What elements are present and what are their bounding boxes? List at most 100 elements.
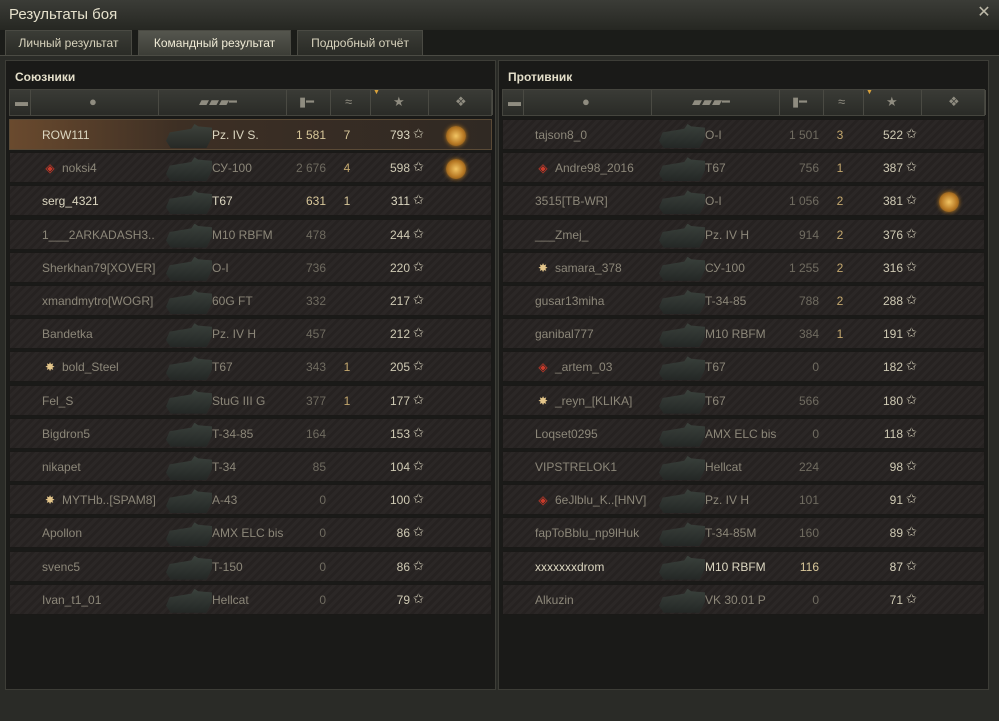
enemies-panel: Противник ▬ ● ▰▰▰━ ▮━ ≈ ★ ▼ ❖ tajson8_0 O-I 1 501… bbox=[498, 60, 989, 690]
player-row[interactable]: xxxxxxxdrom M10 RBFM 116 87 ✩ bbox=[502, 550, 985, 582]
squad-icon: ▬ bbox=[15, 94, 28, 109]
player-name: _reyn_[KLIKA] bbox=[555, 393, 633, 408]
rank-star-icon: ✸ bbox=[537, 393, 549, 408]
player-row[interactable]: Bandetka Pz. IV H 457 212 ✩ bbox=[9, 318, 492, 350]
player-row[interactable]: ◈ noksi4 СУ-100 2 676 4 598 ✩ bbox=[9, 152, 492, 184]
header-column[interactable]: ★ ▼ bbox=[371, 89, 429, 115]
header-column[interactable]: ● bbox=[31, 90, 159, 115]
player-name: VIPSTRELOK1 bbox=[535, 460, 618, 474]
header-column[interactable]: ≈ bbox=[331, 90, 371, 115]
experience-star-icon: ✩ bbox=[906, 126, 917, 141]
medal-icon[interactable] bbox=[939, 192, 959, 213]
player-row[interactable]: Ivan_t1_01 Hellcat 0 79 ✩ bbox=[9, 583, 492, 615]
header-column[interactable]: ▮━ bbox=[780, 90, 824, 115]
player-row[interactable]: Loqset0295 AMX ELC bis 0 118 ✩ bbox=[502, 417, 985, 449]
close-icon[interactable]: ✕ bbox=[975, 4, 993, 22]
header-column[interactable]: ▰▰▰━ bbox=[652, 90, 780, 115]
medal-icon[interactable] bbox=[446, 126, 466, 146]
header-column[interactable]: ● bbox=[524, 90, 652, 115]
experience-star-icon: ✩ bbox=[906, 292, 917, 307]
player-row[interactable]: gusar13miha T-34-85 788 2 288 ✩ bbox=[502, 285, 985, 316]
damage-value: 332 bbox=[305, 294, 326, 308]
clan-diamond-icon: ◈ bbox=[45, 161, 55, 176]
damage-icon: ▮━ bbox=[792, 94, 807, 109]
tab-team-result[interactable]: Командный результат bbox=[138, 30, 291, 55]
experience-value: 86 bbox=[396, 559, 410, 574]
kills-value: 1 bbox=[343, 194, 351, 209]
player-row[interactable]: xmandmytro[WOGR] 60G FT 332 217 ✩ bbox=[9, 285, 492, 316]
player-name: ganibal777 bbox=[535, 327, 594, 342]
damage-value: 756 bbox=[798, 161, 819, 176]
player-row[interactable]: svenc5 T-150 0 86 ✩ bbox=[9, 550, 492, 582]
player-row[interactable]: Alkuzin VK 30.01 P 0 71 ✩ bbox=[502, 583, 985, 615]
header-column[interactable]: ★ ▼ bbox=[864, 89, 922, 115]
player-row[interactable]: nikapet T-34 85 104 ✩ bbox=[9, 451, 492, 482]
player-row[interactable]: ganibal777 M10 RBFM 384 1 191 ✩ bbox=[502, 318, 985, 350]
header-column[interactable]: ❖ bbox=[922, 90, 986, 115]
player-row[interactable]: VIPSTRELOK1 Hellcat 224 98 ✩ bbox=[502, 451, 985, 482]
kills-value: 1 bbox=[343, 360, 351, 375]
player-row[interactable]: ✸ MYTHb..[SPAM8] A-43 0 100 ✩ bbox=[9, 484, 492, 516]
kills-value: 4 bbox=[343, 161, 351, 176]
kills-value: 1 bbox=[836, 327, 844, 342]
player-name: 1___2ARKADASH3.. bbox=[42, 227, 155, 242]
team-results-content: Союзники ▬ ● ▰▰▰━ ▮━ ≈ ★ ▼ ❖ ROW111 Pz. IV S. 1 5… bbox=[0, 55, 999, 721]
tank-icon bbox=[659, 489, 705, 514]
kills-value: 2 bbox=[836, 227, 844, 242]
player-name: nikapet bbox=[42, 460, 81, 474]
tab-personal-result[interactable]: Личный результат bbox=[5, 30, 132, 55]
player-row[interactable]: ◈ Andre98_2016 T67 756 1 387 ✩ bbox=[502, 152, 985, 184]
player-name: Ivan_t1_01 bbox=[42, 592, 102, 607]
header-column[interactable]: ≈ bbox=[824, 90, 864, 115]
experience-icon: ★ bbox=[886, 94, 898, 109]
experience-value: 104 bbox=[389, 460, 410, 474]
vehicle-name: T67 bbox=[705, 360, 726, 375]
header-column[interactable]: ▬ bbox=[503, 90, 524, 115]
experience-value: 79 bbox=[396, 592, 410, 607]
kills-value: 3 bbox=[836, 128, 844, 142]
player-row[interactable]: Fel_S StuG III G 377 1 177 ✩ bbox=[9, 384, 492, 416]
header-column[interactable]: ❖ bbox=[429, 90, 493, 115]
player-row[interactable]: fapToBblu_np9lHuk T-34-85M 160 89 ✩ bbox=[502, 517, 985, 549]
player-row[interactable]: Sherkhan79[XOVER] O-I 736 220 ✩ bbox=[9, 251, 492, 283]
vehicle-name: Pz. IV H bbox=[705, 227, 750, 242]
experience-value: 87 bbox=[889, 559, 903, 574]
experience-star-icon: ✩ bbox=[413, 292, 424, 307]
header-column[interactable]: ▮━ bbox=[287, 90, 331, 115]
experience-star-icon: ✩ bbox=[413, 491, 424, 507]
tank-icon bbox=[166, 323, 212, 348]
tab-detailed-report[interactable]: Подробный отчёт bbox=[297, 30, 423, 55]
player-row[interactable]: ___Zmej_ Pz. IV H 914 2 376 ✩ bbox=[502, 218, 985, 250]
kills-value: 7 bbox=[343, 128, 351, 142]
player-row[interactable]: Bigdron5 T-34-85 164 153 ✩ bbox=[9, 417, 492, 449]
experience-star-icon: ✩ bbox=[906, 192, 917, 208]
experience-value: 793 bbox=[389, 128, 410, 142]
player-name: 6eJlblu_K..[HNV] bbox=[555, 493, 647, 508]
player-row[interactable]: ◈ _artem_03 T67 0 182 ✩ bbox=[502, 351, 985, 383]
damage-value: 0 bbox=[812, 426, 819, 441]
player-row[interactable]: tajson8_0 O-I 1 501 3 522 ✩ bbox=[502, 119, 985, 150]
tank-icon bbox=[166, 124, 212, 148]
squad-icon: ▬ bbox=[508, 94, 521, 109]
player-row[interactable]: 1___2ARKADASH3.. M10 RBFM 478 244 ✩ bbox=[9, 218, 492, 250]
player-row[interactable]: 3515[TB-WR] O-I 1 056 2 381 ✩ bbox=[502, 185, 985, 217]
player-row[interactable]: serg_4321 T67 631 1 311 ✩ bbox=[9, 185, 492, 217]
experience-value: 387 bbox=[882, 161, 903, 176]
player-row[interactable]: Apollon AMX ELC bis 0 86 ✩ bbox=[9, 517, 492, 549]
vehicle-name: T-34-85M bbox=[705, 526, 757, 541]
allies-header: ▬ ● ▰▰▰━ ▮━ ≈ ★ ▼ ❖ bbox=[9, 89, 493, 116]
player-row[interactable]: ✸ samara_378 СУ-100 1 255 2 316 ✩ bbox=[502, 251, 985, 283]
vehicle-name: Hellcat bbox=[705, 460, 742, 474]
damage-value: 1 581 bbox=[295, 128, 326, 142]
header-column[interactable]: ▰▰▰━ bbox=[159, 90, 287, 115]
player-row[interactable]: ROW111 Pz. IV S. 1 581 7 793 ✩ bbox=[9, 119, 492, 150]
player-row[interactable]: ✸ _reyn_[KLIKA] T67 566 180 ✩ bbox=[502, 384, 985, 416]
experience-star-icon: ✩ bbox=[906, 590, 917, 606]
header-column[interactable]: ▬ bbox=[10, 90, 31, 115]
vehicle-name: O-I bbox=[705, 128, 722, 142]
player-row[interactable]: ◈ 6eJlblu_K..[HNV] Pz. IV H 101 91 ✩ bbox=[502, 484, 985, 516]
medal-icon[interactable] bbox=[446, 159, 466, 180]
experience-value: 381 bbox=[882, 194, 903, 209]
player-row[interactable]: ✸ bold_Steel T67 343 1 205 ✩ bbox=[9, 351, 492, 383]
experience-star-icon: ✩ bbox=[906, 424, 917, 440]
